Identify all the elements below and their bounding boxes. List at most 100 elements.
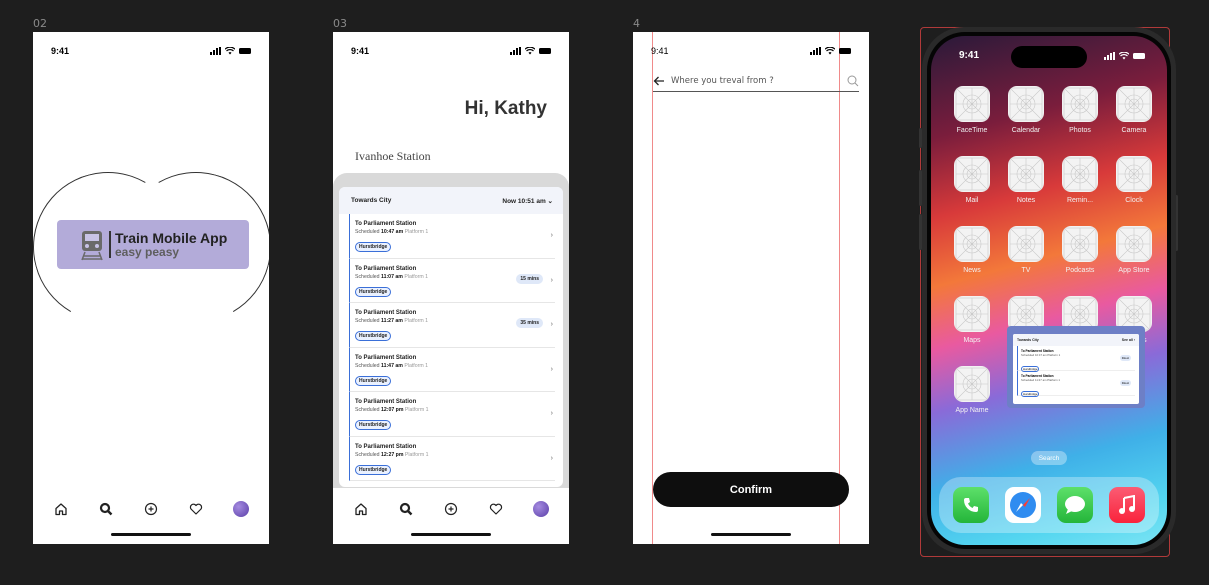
departure-row[interactable]: To Parliament Station Scheduled 11:07 am … xyxy=(349,258,555,303)
avatar xyxy=(232,501,249,517)
chevron-right-icon: › xyxy=(550,232,553,239)
app-placeholder-icon xyxy=(1008,226,1044,262)
departure-destination: To Parliament Station xyxy=(355,221,417,227)
spotlight-search-pill[interactable]: Search xyxy=(1031,451,1067,465)
search-icon[interactable] xyxy=(847,75,859,87)
departure-row[interactable]: To Parliament Station Scheduled 12:07 pm … xyxy=(349,392,555,437)
app-label: FaceTime xyxy=(956,127,988,134)
battery-icon xyxy=(539,48,551,54)
home-indicator xyxy=(711,533,791,536)
app-icon-news[interactable]: News xyxy=(945,226,999,274)
profile-avatar[interactable] xyxy=(530,498,552,520)
status-time: 9:41 xyxy=(651,46,669,56)
heart-icon[interactable] xyxy=(485,498,507,520)
app-icon-photos[interactable]: Photos xyxy=(1053,86,1107,134)
back-arrow-icon[interactable] xyxy=(653,76,665,86)
profile-avatar[interactable] xyxy=(230,498,252,520)
home-icon[interactable] xyxy=(350,498,372,520)
departure-destination: To Parliament Station xyxy=(355,310,417,316)
app-label: Maps xyxy=(963,337,981,344)
wifi-icon xyxy=(225,47,235,55)
app-label: Remin... xyxy=(1066,197,1094,204)
heart-icon[interactable] xyxy=(185,498,207,520)
app-icon-podcasts[interactable]: Podcasts xyxy=(1053,226,1107,274)
departure-row[interactable]: To Parliament Station Scheduled 12:27 pm … xyxy=(349,436,555,481)
app-icon-camera[interactable]: Camera xyxy=(1107,86,1161,134)
safari-icon[interactable] xyxy=(1005,487,1041,523)
app-placeholder-icon xyxy=(954,156,990,192)
chevron-right-icon: › xyxy=(550,321,553,328)
line-badge: Hurstbridge xyxy=(355,464,392,475)
departure-destination: To Parliament Station xyxy=(355,265,417,272)
app-placeholder-icon xyxy=(954,86,990,122)
app-label: Camera xyxy=(1121,127,1147,134)
card-header: Towards City Now 10:51 am ⌄ xyxy=(339,187,563,214)
app-placeholder-icon xyxy=(954,366,990,402)
train-widget[interactable]: Towards City See all › To Parliament Stat… xyxy=(1007,326,1145,408)
station-name[interactable]: Ivanhoe Station xyxy=(355,149,431,164)
wifi-icon xyxy=(1119,51,1129,59)
departure-row[interactable]: To Parliament Station Scheduled 11:27 am … xyxy=(349,303,555,348)
home-indicator xyxy=(111,533,191,536)
departure-destination: To Parliament Station xyxy=(355,399,417,405)
app-icon-remin[interactable]: Remin... xyxy=(1053,156,1107,204)
app-placeholder-icon xyxy=(1062,226,1098,262)
phone-home-screen: 9:41 FaceTime Calendar Photos Camera Mail Not… xyxy=(931,36,1167,545)
app-icon-app-store[interactable]: App Store xyxy=(1107,226,1161,274)
greeting-title: Hi, Kathy xyxy=(464,98,547,119)
app-icon-mail[interactable]: Mail xyxy=(945,156,999,204)
phone-icon[interactable] xyxy=(953,487,989,523)
confirm-button[interactable]: Confirm xyxy=(653,472,849,507)
app-icon-maps[interactable]: Maps xyxy=(945,296,999,344)
search-icon[interactable] xyxy=(95,498,117,520)
home-indicator xyxy=(411,533,491,536)
app-label: Mail xyxy=(965,197,979,204)
app-icon-tv[interactable]: TV xyxy=(999,226,1053,274)
search-icon[interactable] xyxy=(395,498,417,520)
status-bar: 9:41 xyxy=(351,44,551,58)
messages-icon[interactable] xyxy=(1057,487,1093,523)
layout-guide-right xyxy=(839,32,840,544)
departure-row[interactable]: To Parliament Station Scheduled 10:47 am … xyxy=(349,214,555,259)
departure-destination: To Parliament Station xyxy=(355,443,417,450)
app-label: Photos xyxy=(1069,127,1091,134)
widget-row: To Parliament Station Scheduled 10:47 am… xyxy=(1017,346,1135,372)
app-icon-calendar[interactable]: Calendar xyxy=(999,86,1053,134)
line-badge: Hurstbridge xyxy=(355,420,392,430)
app-icon-notes[interactable]: Notes xyxy=(999,156,1053,204)
app-icon-facetime[interactable]: FaceTime xyxy=(945,86,999,134)
home-icon[interactable] xyxy=(50,498,72,520)
search-placeholder[interactable]: Where you treval from ? xyxy=(671,76,847,86)
app-icon-app-name[interactable]: App Name xyxy=(945,366,999,414)
app-label: TV xyxy=(1021,267,1031,274)
chevron-right-icon: › xyxy=(550,365,553,373)
eta-badge: 15 mins xyxy=(516,273,543,284)
widget-row-sched: Scheduled 10:47 am Platform 1 xyxy=(1021,353,1061,357)
status-time: 9:41 xyxy=(351,46,370,56)
app-placeholder-icon xyxy=(1062,156,1098,192)
app-label: App Name xyxy=(955,407,989,414)
app-icon-clock[interactable]: Clock xyxy=(1107,156,1161,204)
time-selector[interactable]: Now 10:51 am ⌄ xyxy=(502,197,553,205)
wifi-icon xyxy=(825,47,835,55)
app-label: Podcasts xyxy=(1065,267,1095,274)
battery-icon xyxy=(239,48,251,54)
add-icon[interactable] xyxy=(440,498,462,520)
departure-row[interactable]: To Parliament Station Scheduled 11:47 am … xyxy=(349,347,555,392)
app-placeholder-icon xyxy=(954,296,990,332)
widget-row-eta: Direct xyxy=(1119,355,1131,361)
music-icon[interactable] xyxy=(1109,487,1145,523)
line-badge: Hurstbridge xyxy=(355,375,392,386)
widget-see-all: See all › xyxy=(1121,338,1135,342)
widget-row: To Parliament Station Scheduled 11:27 am… xyxy=(1017,371,1135,397)
app-placeholder-icon xyxy=(1008,156,1044,192)
status-bar: 9:41 xyxy=(651,44,851,58)
origin-search-field[interactable]: Where you treval from ? xyxy=(653,70,859,92)
dock xyxy=(939,477,1159,533)
line-badge: Hurstbridge xyxy=(355,331,392,341)
widget-row-sched: Scheduled 11:27 am Platform 1 xyxy=(1021,378,1060,382)
line-badge: Hurstbridge xyxy=(355,242,392,252)
add-icon[interactable] xyxy=(140,498,162,520)
phone-status-icons xyxy=(1104,51,1145,60)
direction-title: Towards City xyxy=(351,197,392,204)
